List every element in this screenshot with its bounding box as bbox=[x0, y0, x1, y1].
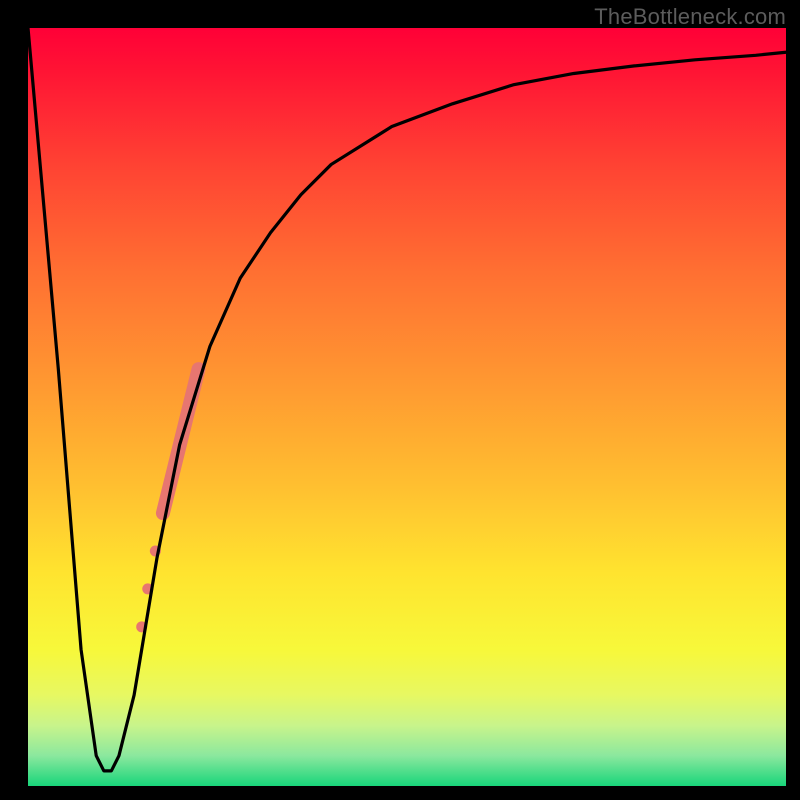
curve-path bbox=[28, 28, 786, 771]
chart-svg bbox=[28, 28, 786, 786]
plot-area bbox=[28, 28, 786, 786]
watermark-text: TheBottleneck.com bbox=[594, 4, 786, 30]
chart-stage: TheBottleneck.com bbox=[0, 0, 800, 800]
